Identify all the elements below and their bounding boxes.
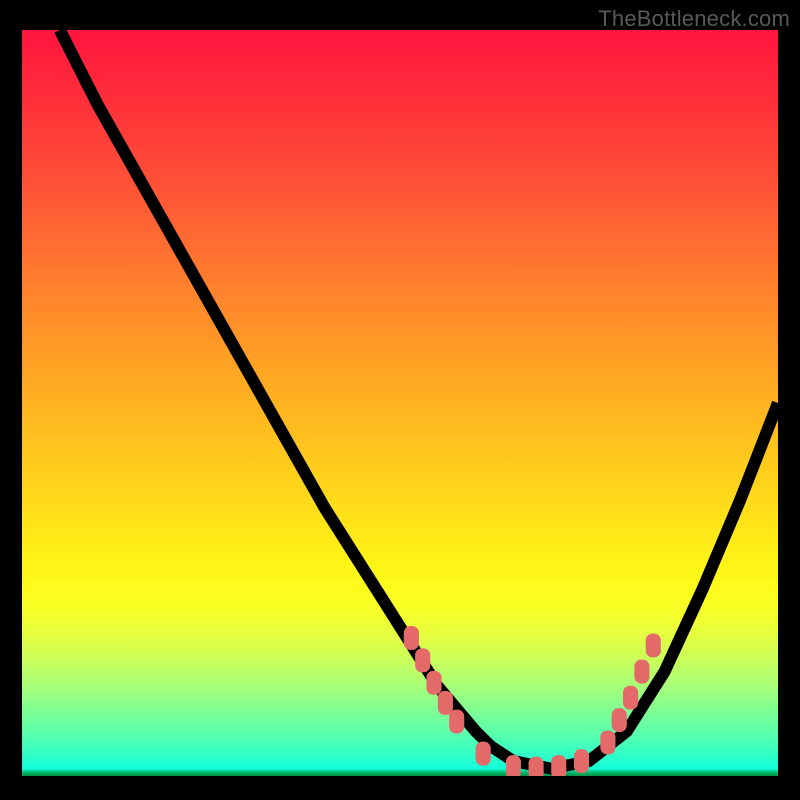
marker-point xyxy=(426,671,441,695)
chart-root: TheBottleneck.com xyxy=(0,0,800,800)
marker-point xyxy=(646,634,661,658)
marker-group xyxy=(404,626,661,776)
marker-point xyxy=(476,742,491,766)
marker-point xyxy=(415,648,430,672)
plot-area xyxy=(22,30,778,776)
marker-point xyxy=(449,710,464,734)
marker-point xyxy=(623,686,638,710)
marker-point xyxy=(506,755,521,776)
marker-point xyxy=(438,691,453,715)
marker-point xyxy=(600,730,615,754)
marker-point xyxy=(529,757,544,776)
marker-point xyxy=(574,749,589,773)
marker-point xyxy=(551,755,566,776)
marker-point xyxy=(634,660,649,684)
marker-point xyxy=(612,708,627,732)
marker-point xyxy=(404,626,419,650)
watermark-text: TheBottleneck.com xyxy=(598,6,790,32)
chart-svg xyxy=(22,30,778,776)
